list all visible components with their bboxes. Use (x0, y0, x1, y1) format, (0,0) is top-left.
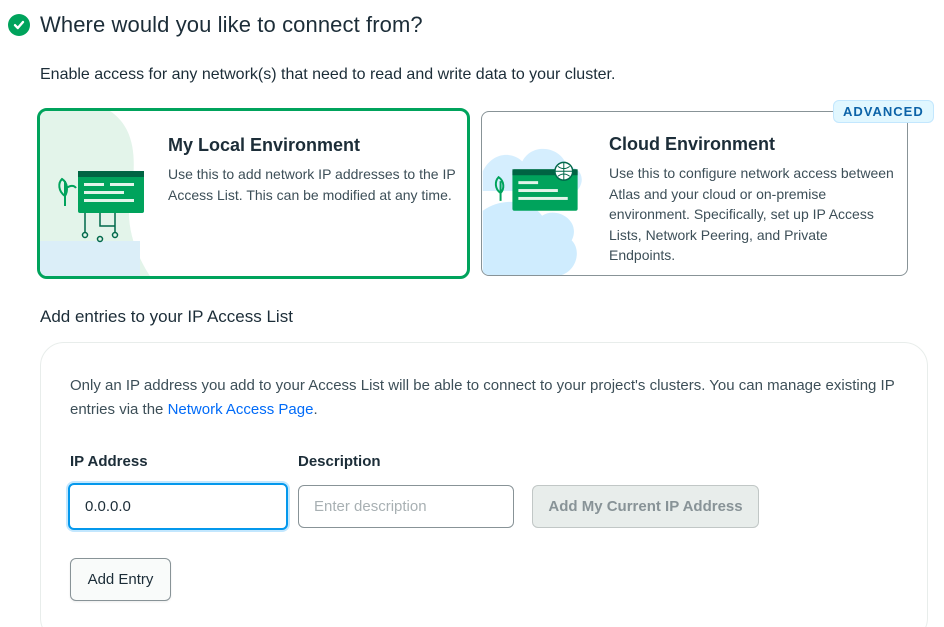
access-list-section-title: Add entries to your IP Access List (40, 307, 293, 326)
access-list-info: Only an IP address you add to your Acces… (70, 374, 910, 422)
local-environment-illustration (40, 111, 150, 276)
local-environment-description: Use this to add network IP addresses to … (168, 166, 456, 203)
cloud-environment-title: Cloud Environment (609, 134, 775, 154)
cloud-environment-card[interactable]: Cloud Environment Use this to configure … (481, 111, 908, 276)
add-current-ip-button[interactable]: Add My Current IP Address (532, 485, 759, 528)
step-header: Where would you like to connect from? (8, 12, 423, 38)
ip-address-input[interactable] (68, 483, 288, 530)
cloud-environment-description: Use this to configure network access bet… (609, 165, 894, 263)
advanced-badge: ADVANCED (833, 100, 934, 123)
description-input[interactable] (298, 485, 514, 528)
access-list-info-suffix: . (313, 401, 318, 418)
ip-address-label: IP Address (70, 453, 148, 470)
page-subtitle: Enable access for any network(s) that ne… (40, 66, 616, 83)
page-title: Where would you like to connect from? (40, 12, 423, 37)
add-entry-button[interactable]: Add Entry (70, 558, 171, 601)
local-environment-card[interactable]: My Local Environment Use this to add net… (37, 108, 470, 279)
check-circle-icon (8, 14, 30, 36)
cloud-environment-illustration (482, 148, 582, 275)
local-environment-title: My Local Environment (168, 135, 361, 155)
description-label: Description (298, 453, 381, 470)
network-access-page-link[interactable]: Network Access Page (168, 401, 314, 418)
